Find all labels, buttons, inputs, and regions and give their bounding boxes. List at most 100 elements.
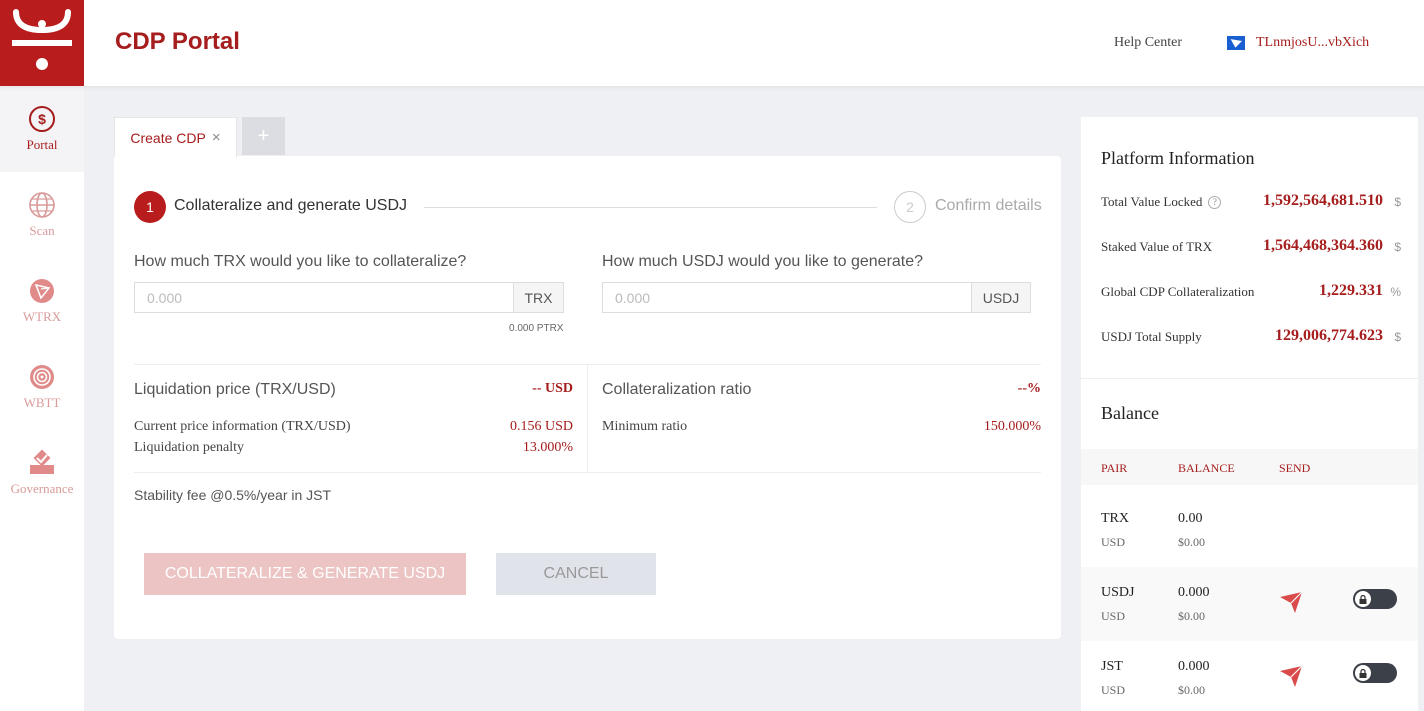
minimum-ratio-value: 150.000% — [983, 419, 1041, 434]
cancel-button[interactable]: CANCEL — [496, 553, 656, 595]
ballot-icon — [30, 449, 54, 474]
sidebar-item-label: Governance — [10, 481, 74, 496]
info-value: 1,564,468,364.360 — [1263, 237, 1383, 254]
bittorrent-icon — [30, 365, 54, 389]
current-price-label: Current price information (TRX/USD) — [134, 419, 351, 434]
info-unit: $ — [1394, 240, 1401, 254]
top-header: CDP Portal Help Center TLnmjosU...vbXich — [0, 0, 1424, 86]
balance-row-trx: TRX USD 0.00 $0.00 — [1081, 493, 1418, 567]
liquidation-penalty-value: 13.000% — [522, 440, 573, 455]
info-unit: % — [1390, 285, 1401, 299]
current-price-value: 0.156 USD — [509, 419, 573, 434]
usdj-input-group: USDJ — [602, 282, 1031, 313]
usdj-amount-input[interactable] — [603, 283, 971, 312]
staked-value-trx-row: Staked Value of TRX 1,564,468,364.360 $ — [1101, 237, 1401, 257]
wallet-address: TLnmjosU...vbXich — [1256, 35, 1370, 50]
add-tab-button[interactable]: + — [242, 117, 285, 155]
info-label: Total Value Locked — [1101, 194, 1203, 209]
platform-info-title: Platform Information — [1101, 148, 1255, 168]
close-icon[interactable]: × — [212, 129, 221, 146]
trx-unit-label: TRX — [513, 283, 563, 312]
globe-icon — [29, 192, 55, 218]
info-label: USDJ Total Supply — [1101, 329, 1202, 344]
usd-label: USD — [1101, 683, 1126, 697]
sidebar-item-governance[interactable]: Governance — [0, 430, 84, 516]
lock-toggle[interactable] — [1353, 663, 1397, 683]
collateralization-ratio-title: Collateralization ratio — [602, 381, 752, 398]
tronlink-wallet-icon — [1227, 36, 1245, 50]
global-collateralization-row: Global CDP Collateralization 1,229.331 % — [1101, 282, 1401, 302]
sidebar-item-label: Scan — [29, 223, 55, 238]
sidebar-item-wtrx[interactable]: WTRX — [0, 258, 84, 344]
create-cdp-panel: 1 Collateralize and generate USDJ 2 Conf… — [114, 156, 1061, 639]
sidebar-item-label: Portal — [26, 137, 58, 152]
send-icon[interactable] — [1278, 663, 1304, 689]
help-center-link[interactable]: Help Center — [1114, 35, 1182, 51]
liquidation-penalty-label: Liquidation penalty — [134, 440, 245, 455]
help-icon[interactable]: ? — [1208, 195, 1222, 209]
collateralization-ratio-value: --% — [1017, 381, 1041, 396]
usdj-unit-label: USDJ — [971, 283, 1030, 312]
info-panel: Platform Information Total Value Locked … — [1081, 117, 1418, 711]
balance-row-jst: JST USD 0.000 $0.00 — [1081, 641, 1418, 711]
ptrx-amount: 0.000 PTRX — [509, 323, 564, 334]
trx-amount-input[interactable] — [135, 283, 513, 312]
send-icon[interactable] — [1278, 589, 1304, 615]
usdj-total-supply-row: USDJ Total Supply 129,006,774.623 $ — [1101, 327, 1401, 347]
step-1-indicator: 1 — [134, 191, 166, 223]
info-value: 1,592,564,681.510 — [1263, 192, 1383, 209]
liquidation-price-title: Liquidation price (TRX/USD) — [134, 381, 336, 398]
trx-amount-question: How much TRX would you like to collatera… — [134, 253, 467, 270]
total-value-locked-row: Total Value Locked ? 1,592,564,681.510 $ — [1101, 192, 1401, 212]
balance-table-header: PAIR BALANCE SEND — [1081, 449, 1418, 485]
svg-text:$: $ — [38, 111, 46, 127]
info-label: Staked Value of TRX — [1101, 239, 1213, 254]
wallet-address-button[interactable]: TLnmjosU...vbXich — [1226, 35, 1369, 51]
column-header-balance: BALANCE — [1178, 461, 1235, 475]
column-header-send: SEND — [1279, 461, 1311, 475]
column-header-pair: PAIR — [1101, 461, 1128, 475]
tab-label: Create CDP — [130, 129, 206, 146]
token-balance: 0.000 — [1178, 659, 1210, 674]
liquidation-price-value: -- USD — [532, 381, 573, 396]
usd-label: USD — [1101, 609, 1126, 623]
step-divider — [424, 207, 877, 208]
balance-row-usdj: USDJ USD 0.000 $0.00 — [1081, 567, 1418, 641]
logo-mark-icon — [12, 9, 72, 70]
minimum-ratio-label: Minimum ratio — [602, 419, 688, 434]
dollar-icon: $ — [29, 106, 55, 132]
balance-title: Balance — [1101, 403, 1159, 423]
step-2-indicator: 2 — [894, 191, 926, 223]
sidebar-item-scan[interactable]: Scan — [0, 172, 84, 258]
usd-balance: $0.00 — [1178, 609, 1205, 623]
just-logo[interactable] — [0, 0, 84, 86]
step-2-label: Confirm details — [935, 197, 1042, 214]
plus-icon: + — [257, 124, 270, 147]
info-unit: $ — [1394, 330, 1401, 344]
lock-toggle[interactable] — [1353, 589, 1397, 609]
divider — [587, 364, 588, 472]
sidebar-item-wbtt[interactable]: WBTT — [0, 344, 84, 430]
info-value: 1,229.331 — [1319, 282, 1383, 299]
usd-label: USD — [1101, 535, 1126, 549]
lock-icon — [1359, 594, 1367, 604]
info-value: 129,006,774.623 — [1275, 327, 1383, 344]
info-unit: $ — [1394, 195, 1401, 209]
tab-create-cdp[interactable]: Create CDP × — [114, 117, 237, 157]
token-balance: 0.000 — [1178, 585, 1210, 600]
collateralize-generate-button[interactable]: COLLATERALIZE & GENERATE USDJ — [144, 553, 466, 595]
sidebar-item-label: WBTT — [23, 395, 61, 410]
lock-icon — [1359, 668, 1367, 678]
step-1-label: Collateralize and generate USDJ — [174, 197, 408, 214]
tron-icon — [30, 279, 54, 303]
token-symbol: TRX — [1101, 511, 1129, 526]
sidebar-item-portal[interactable]: $ Portal — [0, 86, 84, 172]
usd-balance: $0.00 — [1178, 535, 1205, 549]
trx-input-group: TRX — [134, 282, 564, 313]
divider — [1081, 378, 1418, 379]
token-symbol: USDJ — [1101, 585, 1135, 600]
info-label: Global CDP Collateralization — [1101, 284, 1255, 299]
page-title: CDP Portal — [115, 28, 240, 55]
usd-balance: $0.00 — [1178, 683, 1205, 697]
token-symbol: JST — [1101, 659, 1123, 674]
